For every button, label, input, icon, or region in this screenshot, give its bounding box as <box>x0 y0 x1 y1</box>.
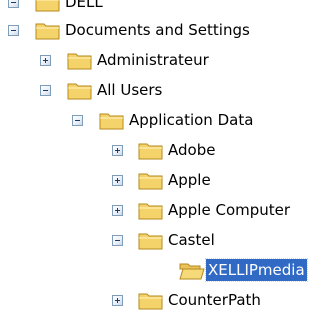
folder-icon <box>138 203 163 220</box>
tree-node-label: Application Data <box>129 111 254 129</box>
tree-node-label: Documents and Settings <box>65 21 250 39</box>
open-folder-icon <box>179 263 205 280</box>
tree-node-label: Adobe <box>168 141 216 159</box>
collapse-toggle[interactable] <box>72 115 83 126</box>
collapse-toggle[interactable] <box>8 25 19 36</box>
tree-node-label: All Users <box>97 81 163 99</box>
folder-icon <box>99 113 124 130</box>
expand-toggle[interactable] <box>112 205 123 216</box>
tree-node-administrateur[interactable]: Administrateur <box>0 46 329 76</box>
tree-node-counterpath[interactable]: CounterPath <box>0 286 329 316</box>
tree-node-label: Castel <box>168 231 215 249</box>
folder-icon <box>138 173 163 190</box>
collapse-toggle[interactable] <box>8 0 19 8</box>
folder-icon <box>35 0 60 12</box>
folder-icon <box>138 143 163 160</box>
expand-toggle[interactable] <box>112 145 123 156</box>
tree-node-label: DELL <box>65 0 103 11</box>
expand-toggle[interactable] <box>112 175 123 186</box>
tree-node-label: CounterPath <box>168 291 261 309</box>
expand-toggle[interactable] <box>112 295 123 306</box>
collapse-toggle[interactable] <box>112 235 123 246</box>
folder-tree: DELL Documents and Settings Administrate… <box>0 0 329 336</box>
tree-node-application-data[interactable]: Application Data <box>0 106 329 136</box>
tree-node-castel[interactable]: Castel <box>0 226 329 256</box>
folder-icon <box>67 83 92 100</box>
collapse-toggle[interactable] <box>40 85 51 96</box>
tree-node-all-users[interactable]: All Users <box>0 76 329 106</box>
folder-icon <box>138 233 163 250</box>
folder-icon <box>67 53 92 70</box>
tree-node-label: Apple <box>168 171 211 189</box>
tree-node-label-selected: XELLIPmedia <box>205 258 308 282</box>
tree-node-apple[interactable]: Apple <box>0 166 329 196</box>
tree-node-xellipmedia[interactable]: XELLIPmedia <box>0 256 329 286</box>
folder-icon <box>35 23 60 40</box>
tree-node-label: Administrateur <box>97 51 209 69</box>
expand-toggle[interactable] <box>40 55 51 66</box>
tree-node-adobe[interactable]: Adobe <box>0 136 329 166</box>
tree-node-documents-and-settings[interactable]: Documents and Settings <box>0 16 329 46</box>
tree-node-label: Apple Computer <box>168 201 291 219</box>
tree-node-apple-computer[interactable]: Apple Computer <box>0 196 329 226</box>
folder-icon <box>138 293 163 310</box>
